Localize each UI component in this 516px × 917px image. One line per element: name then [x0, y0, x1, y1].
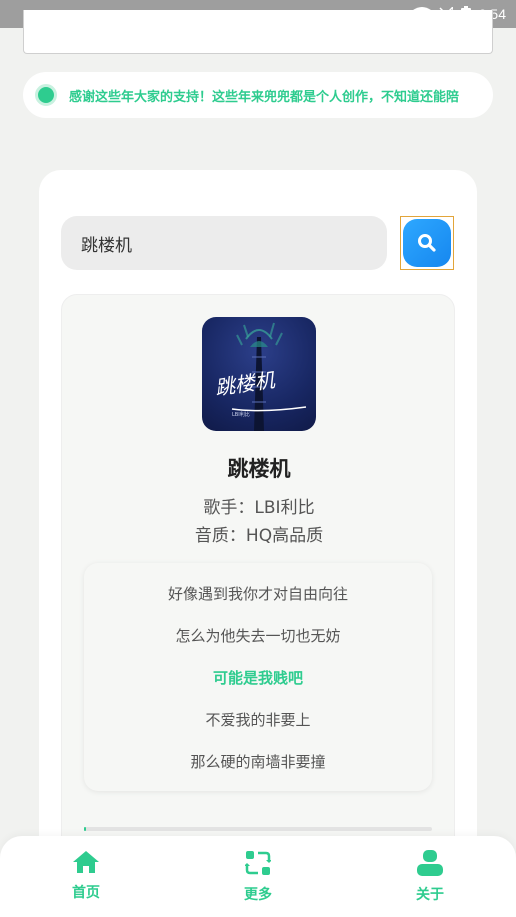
bottom-nav: 首页 更多 关于: [0, 836, 516, 917]
notice-banner[interactable]: 感谢这些年大家的支持！这些年来兜兜都是个人创作，不知道还能陪: [23, 72, 493, 118]
album-cover-art: 跳楼机 LBI利比: [213, 322, 307, 431]
song-artist: 歌手：LBI利比: [203, 498, 315, 518]
song-title: 跳楼机: [227, 457, 291, 481]
home-icon: [73, 851, 99, 873]
playback-progress-fill: [84, 827, 86, 831]
nav-item-home[interactable]: 首页: [46, 850, 126, 910]
search-button[interactable]: [403, 219, 451, 267]
search-input[interactable]: 跳楼机: [61, 216, 387, 270]
nav-label-home: 首页: [72, 885, 100, 901]
nav-label-more: 更多: [244, 887, 272, 903]
user-icon: [417, 850, 443, 876]
lyric-line: 不爱我的非要上: [205, 711, 311, 729]
svg-text:跳楼机: 跳楼机: [213, 368, 277, 400]
playback-progress-bar[interactable]: [84, 827, 432, 831]
lyric-line: 好像遇到我你才对自由向往: [167, 585, 348, 603]
song-card: 跳楼机 LBI利比 跳楼机 歌手：LBI利比 音质：HQ高品质 好像遇到我你才对…: [61, 294, 455, 870]
nav-item-about[interactable]: 关于: [390, 850, 470, 910]
main-card: 跳楼机 跳楼机 LBI利比 跳楼机 歌手：LBI利比 音质：HQ高品质 好像遇到…: [39, 170, 477, 870]
notice-text: 感谢这些年大家的支持！这些年来兜兜都是个人创作，不知道还能陪: [69, 89, 460, 105]
search-input-value: 跳楼机: [81, 235, 132, 256]
nav-label-about: 关于: [416, 887, 444, 903]
album-cover[interactable]: 跳楼机 LBI利比: [202, 317, 316, 431]
swap-icon: [245, 851, 271, 875]
top-card: [23, 10, 493, 54]
svg-text:LBI利比: LBI利比: [232, 411, 250, 418]
lyric-line: 怎么为他失去一切也无妨: [175, 627, 341, 645]
notice-dot-icon: [35, 84, 57, 106]
search-icon: [418, 234, 436, 252]
lyrics-panel[interactable]: 好像遇到我你才对自由向往 怎么为他失去一切也无妨 可能是我贱吧 不爱我的非要上 …: [84, 563, 432, 791]
song-quality: 音质：HQ高品质: [194, 526, 324, 546]
nav-item-more[interactable]: 更多: [218, 850, 298, 910]
lyric-line: 那么硬的南墙非要撞: [190, 753, 326, 771]
lyric-line-active: 可能是我贱吧: [212, 669, 303, 687]
